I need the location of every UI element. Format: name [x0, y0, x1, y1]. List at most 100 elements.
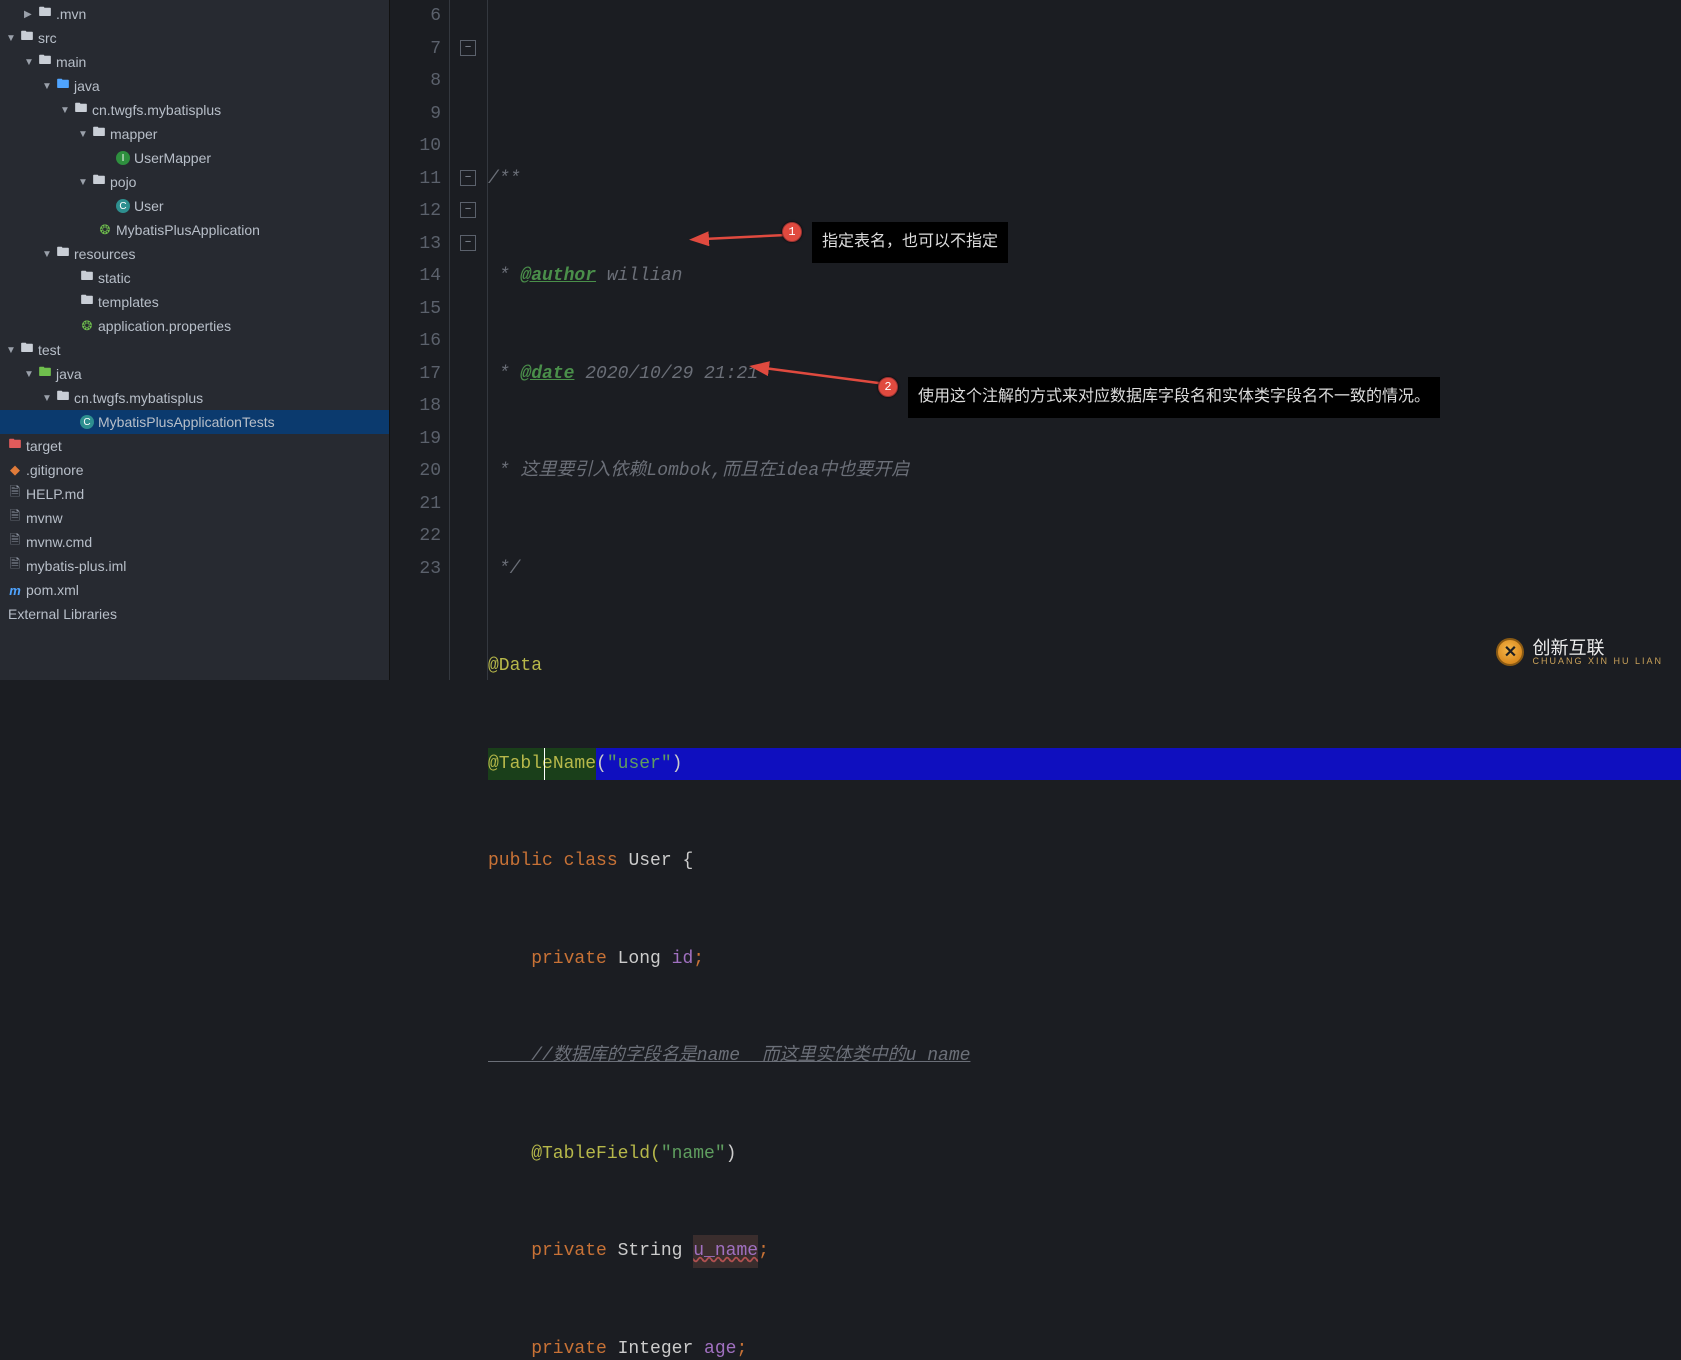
tree-item-java-main[interactable]: ▼🖿java: [0, 74, 389, 98]
tree-item-helpmd[interactable]: 🗎HELP.md: [0, 482, 389, 506]
code-token: {: [672, 845, 694, 878]
code-token: * 这里要引入依赖Lombok,而且在idea中也要开启: [488, 455, 909, 488]
code-token: private: [488, 1235, 607, 1268]
line-number: 19: [390, 423, 441, 456]
tree-item-tests[interactable]: CMybatisPlusApplicationTests: [0, 410, 389, 434]
code-token: ): [672, 748, 683, 781]
tree-item-mvnwcmd[interactable]: 🗎mvnw.cmd: [0, 530, 389, 554]
tree-item-mvn[interactable]: ▶🖿.mvn: [0, 2, 389, 26]
line-number: 23: [390, 553, 441, 586]
file-icon: 🗎: [6, 483, 24, 505]
chevron-down-icon: ▼: [6, 33, 18, 44]
tree-item-pojo[interactable]: ▼🖿pojo: [0, 170, 389, 194]
code-token: User: [628, 845, 671, 878]
tree-item-main[interactable]: ▼🖿main: [0, 50, 389, 74]
package-icon: 🖿: [72, 99, 90, 121]
fold-toggle-icon[interactable]: −: [460, 235, 476, 251]
folder-icon: 🖿: [18, 27, 36, 49]
tree-item-pkg-test[interactable]: ▼🖿cn.twgfs.mybatisplus: [0, 386, 389, 410]
tree-item-usermapper[interactable]: IUserMapper: [0, 146, 389, 170]
annotation-arrow-1: [700, 225, 790, 258]
fold-toggle-icon[interactable]: −: [460, 170, 476, 186]
code-token: //数据库的字段名是name 而这里实体类中的u_name: [488, 1040, 970, 1073]
folder-target-icon: 🖿: [6, 435, 24, 457]
tree-item-src[interactable]: ▼🖿src: [0, 26, 389, 50]
tree-item-pkg-main[interactable]: ▼🖿cn.twgfs.mybatisplus: [0, 98, 389, 122]
chevron-down-icon: ▼: [60, 105, 72, 116]
tree-item-appprops[interactable]: ❂application.properties: [0, 314, 389, 338]
code-editor[interactable]: 6 7 8 9 10 11 12 13 14 15 16 17 18 19 20…: [390, 0, 1681, 680]
code-token: Integer: [607, 1333, 704, 1360]
badge-number: 2: [884, 371, 891, 404]
tree-item-java-test[interactable]: ▼🖿java: [0, 362, 389, 386]
project-tree[interactable]: ▶🖿.mvn ▼🖿src ▼🖿main ▼🖿java ▼🖿cn.twgfs.my…: [0, 0, 390, 680]
tree-label: UserMapper: [132, 150, 211, 166]
code-token: "name": [661, 1138, 726, 1171]
code-area[interactable]: /** * @author willian * @date 2020/10/29…: [488, 0, 1681, 1360]
caret: [544, 748, 545, 781]
tree-item-mvnw[interactable]: 🗎mvnw: [0, 506, 389, 530]
tree-item-templates[interactable]: 🖿templates: [0, 290, 389, 314]
line-number: 7: [390, 33, 441, 66]
tree-label: cn.twgfs.mybatisplus: [90, 102, 221, 118]
tree-label: cn.twgfs.mybatisplus: [72, 390, 203, 406]
class-icon: C: [78, 415, 96, 429]
code-token: *: [488, 358, 520, 391]
tree-item-user[interactable]: CUser: [0, 194, 389, 218]
code-token: "user": [607, 748, 672, 781]
callout-text: 使用这个注解的方式来对应数据库字段名和实体类字段名不一致的情况。: [918, 388, 1430, 405]
tree-label: java: [72, 78, 100, 94]
code-token: /**: [488, 163, 520, 196]
tree-item-resources[interactable]: ▼🖿resources: [0, 242, 389, 266]
code-token: @author: [520, 260, 596, 293]
tree-label: User: [132, 198, 164, 214]
chevron-down-icon: ▼: [78, 177, 90, 188]
tree-item-extlib[interactable]: External Libraries: [0, 602, 389, 626]
chevron-down-icon: ▼: [78, 129, 90, 140]
tree-item-mapper[interactable]: ▼🖿mapper: [0, 122, 389, 146]
code-token: ;: [758, 1235, 769, 1268]
code-token: @TableField(: [488, 1138, 661, 1171]
tree-label: HELP.md: [24, 486, 84, 502]
git-icon: ◆: [6, 462, 24, 478]
line-number: 11: [390, 163, 441, 196]
tree-label: pom.xml: [24, 582, 79, 598]
tree-label: MybatisPlusApplicationTests: [96, 414, 275, 430]
logo-mark-icon: ✕: [1496, 638, 1524, 666]
annotation-callout-1: 指定表名，也可以不指定: [812, 222, 1008, 263]
tree-item-target[interactable]: 🖿target: [0, 434, 389, 458]
annotation-callout-2: 使用这个注解的方式来对应数据库字段名和实体类字段名不一致的情况。: [908, 377, 1440, 418]
tree-label: main: [54, 54, 86, 70]
file-icon: 🗎: [6, 531, 24, 553]
package-icon: 🖿: [90, 171, 108, 193]
folder-icon: 🖿: [36, 51, 54, 73]
tree-item-app[interactable]: ❂MybatisPlusApplication: [0, 218, 389, 242]
gutter: 6 7 8 9 10 11 12 13 14 15 16 17 18 19 20…: [390, 0, 450, 680]
code-token: ;: [736, 1333, 747, 1360]
spring-props-icon: ❂: [78, 318, 96, 334]
tree-item-pom[interactable]: mpom.xml: [0, 578, 389, 602]
package-icon: 🖿: [90, 123, 108, 145]
code-line-current[interactable]: @TableName("user"): [488, 748, 1681, 781]
tree-label: mybatis-plus.iml: [24, 558, 126, 574]
fold-toggle-icon[interactable]: −: [460, 40, 476, 56]
tree-item-iml[interactable]: 🗎mybatis-plus.iml: [0, 554, 389, 578]
interface-icon: I: [114, 151, 132, 165]
code-token: @Tabl: [488, 748, 542, 781]
line-number: 18: [390, 390, 441, 423]
fold-toggle-icon[interactable]: −: [460, 202, 476, 218]
watermark-logo: ✕ 创新互联 CHUANG XIN HU LIAN: [1496, 638, 1663, 666]
code-token: */: [488, 553, 520, 586]
code-token: ): [726, 1138, 737, 1171]
annotation-arrow-2: [760, 362, 890, 405]
tree-label: MybatisPlusApplication: [114, 222, 260, 238]
package-icon: 🖿: [54, 387, 72, 409]
tree-item-static[interactable]: 🖿static: [0, 266, 389, 290]
annotation-badge-1: 1: [782, 222, 802, 242]
tree-item-gitignore[interactable]: ◆.gitignore: [0, 458, 389, 482]
code-token: id: [672, 943, 694, 976]
code-token: age: [704, 1333, 736, 1360]
tree-item-test[interactable]: ▼🖿test: [0, 338, 389, 362]
code-token: willian: [596, 260, 682, 293]
code-token: (: [596, 748, 607, 781]
